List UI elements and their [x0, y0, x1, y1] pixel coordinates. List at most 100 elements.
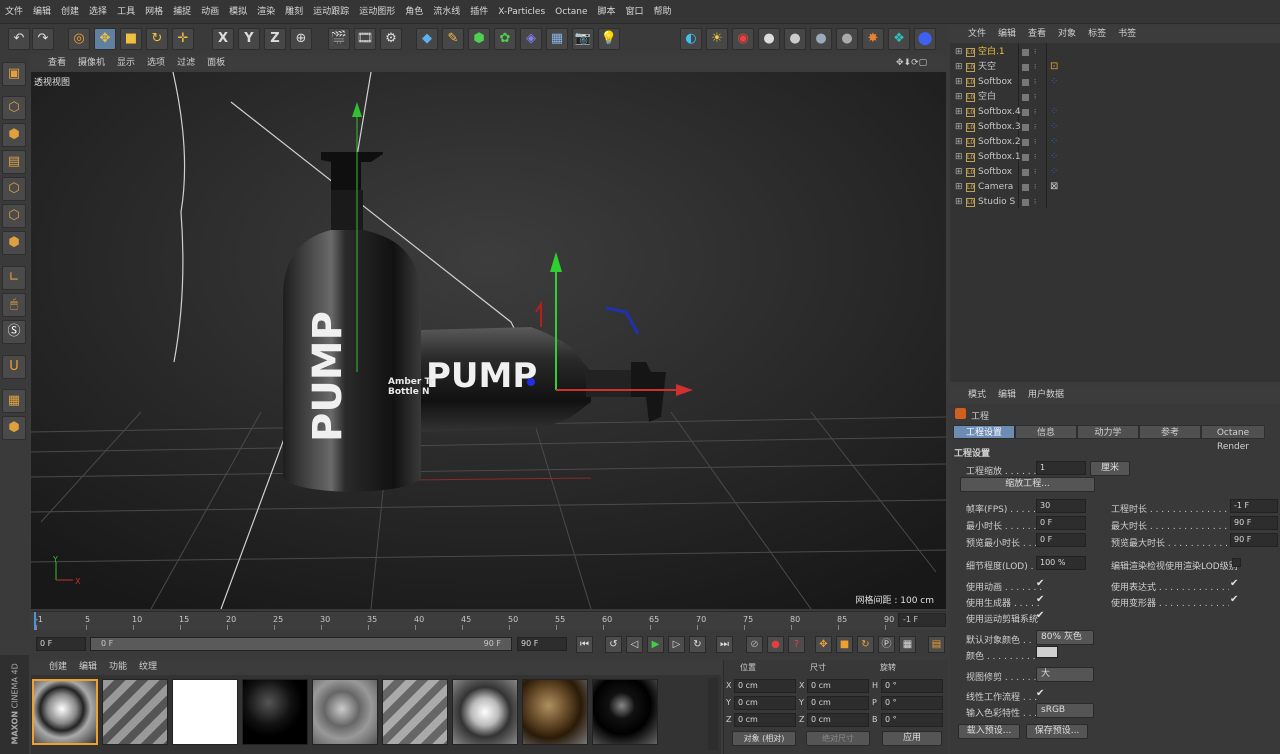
auto-key-button[interactable]: ●	[767, 636, 784, 653]
menu-item-10[interactable]: 雕刻	[280, 0, 308, 24]
expand-icon[interactable]: ⊞	[955, 60, 963, 75]
material-black[interactable]	[242, 679, 308, 745]
attr-menu-item-1[interactable]: 编辑	[998, 387, 1016, 403]
object-name[interactable]: Softbox.4	[978, 105, 1021, 120]
object-name[interactable]: Softbox.1	[978, 150, 1021, 165]
fps-field[interactable]: 30	[1036, 499, 1086, 513]
menu-item-13[interactable]: 角色	[400, 0, 428, 24]
octane-live-icon[interactable]: ◐	[680, 28, 702, 50]
workplane-icon[interactable]: ▤	[2, 150, 26, 174]
visibility-dots[interactable]: ⁝	[1034, 105, 1036, 120]
om-menu-item-1[interactable]: 编辑	[998, 26, 1016, 42]
viewport-menu-item-4[interactable]: 过滤	[177, 56, 195, 70]
menu-item-5[interactable]: 网格	[140, 0, 168, 24]
duration-field[interactable]: -1 F	[1230, 499, 1278, 513]
octane-object-icon[interactable]: ⬤	[914, 28, 936, 50]
pos-z-field[interactable]: 0 cm	[734, 713, 796, 727]
attr-menu-item-2[interactable]: 用户数据	[1028, 387, 1064, 403]
object-row[interactable]: ⊞ L0 Studio S ⁝	[952, 195, 1280, 210]
layer-tag[interactable]	[1022, 199, 1029, 206]
coordinate-tool-icon[interactable]: ✛	[172, 28, 194, 50]
octane-glossy-icon[interactable]: ●	[784, 28, 806, 50]
visibility-dots[interactable]: ⁝	[1034, 180, 1036, 195]
octane-material-icon[interactable]: ●	[758, 28, 780, 50]
menu-item-3[interactable]: 选择	[84, 0, 112, 24]
menu-item-15[interactable]: 插件	[465, 0, 493, 24]
world-coord-icon[interactable]: ⊕	[290, 28, 312, 50]
max-time-field[interactable]: 90 F	[1230, 516, 1278, 530]
octane-camera-icon[interactable]: ◉	[732, 28, 754, 50]
material-black-glossy[interactable]	[592, 679, 658, 745]
material-stripes-1[interactable]	[102, 679, 168, 745]
use-expressions-checkbox[interactable]: ✔	[1230, 578, 1238, 589]
lod-render-checkbox[interactable]	[1232, 558, 1241, 567]
object-tag-icon[interactable]: ⁘	[1050, 136, 1058, 147]
default-color-dropdown[interactable]: 80% 灰色	[1036, 630, 1094, 645]
coord-mode-dropdown[interactable]: 对象 (相对)	[732, 731, 796, 746]
menu-item-20[interactable]: 帮助	[649, 0, 677, 24]
om-menu-item-5[interactable]: 书签	[1118, 26, 1136, 42]
size-x-field[interactable]: 0 cm	[807, 679, 869, 693]
rot-h-field[interactable]: 0 °	[881, 679, 943, 693]
octane-sun-icon[interactable]: ☀	[706, 28, 728, 50]
object-name[interactable]: 空白	[978, 90, 996, 105]
expand-icon[interactable]: ⊞	[955, 165, 963, 180]
menu-item-17[interactable]: Octane	[550, 0, 592, 24]
object-tag-icon[interactable]: ⁘	[1050, 121, 1058, 132]
lock-grid-icon[interactable]: ▦	[2, 389, 26, 413]
goto-end-button[interactable]: ⏭	[716, 636, 733, 653]
subdivision-icon[interactable]: ⬢	[468, 28, 490, 50]
pos-y-field[interactable]: 0 cm	[734, 696, 796, 710]
attr-tab-1[interactable]: 信息	[1015, 425, 1077, 439]
object-row[interactable]: ⊞ L0 Softbox.4 ⁝	[952, 105, 1280, 120]
viewport-menu-item-2[interactable]: 显示	[117, 56, 135, 70]
unit-dropdown[interactable]: 厘米	[1090, 461, 1130, 476]
object-row[interactable]: ⊞ L0 空白 ⁝	[952, 90, 1280, 105]
model-mode-icon[interactable]: ▣	[2, 62, 26, 86]
motion-system-checkbox[interactable]: ✔	[1036, 610, 1044, 621]
axis-z-button[interactable]: Z	[264, 28, 286, 50]
play-button[interactable]: ▶	[647, 636, 664, 653]
menu-item-0[interactable]: 文件	[0, 0, 28, 24]
layer-tag[interactable]	[1022, 109, 1029, 116]
expand-icon[interactable]: ⊞	[955, 105, 963, 120]
object-name[interactable]: Softbox	[978, 75, 1012, 90]
menu-item-2[interactable]: 创建	[56, 0, 84, 24]
material-menu-item-3[interactable]: 纹理	[139, 660, 157, 674]
attr-tab-0[interactable]: 工程设置	[953, 425, 1015, 439]
menu-item-4[interactable]: 工具	[112, 0, 140, 24]
attr-tab-4[interactable]: Octane Render	[1201, 425, 1265, 452]
rotate-tool-icon[interactable]: ↻	[146, 28, 168, 50]
viewport-menu-item-3[interactable]: 选项	[147, 56, 165, 70]
use-generators-checkbox[interactable]: ✔	[1036, 594, 1044, 605]
points-mode-icon[interactable]: ⬡	[2, 177, 26, 201]
linear-workflow-checkbox[interactable]: ✔	[1036, 688, 1044, 699]
current-frame-field[interactable]: 0 F	[36, 637, 86, 651]
object-row[interactable]: ⊞ L0 Softbox ⁝	[952, 75, 1280, 90]
apply-button[interactable]: 应用	[882, 731, 942, 746]
perspective-viewport[interactable]: PUMP PUMP Amber Tr Bottle N Y X 透视视图 网格间距…	[31, 72, 946, 609]
render-picture-icon[interactable]: 🎞	[354, 28, 376, 50]
floor-icon[interactable]: ▦	[546, 28, 568, 50]
visibility-dots[interactable]: ⁝	[1034, 60, 1036, 75]
layer-tag[interactable]	[1022, 94, 1029, 101]
om-menu-item-2[interactable]: 查看	[1028, 26, 1046, 42]
viewport-menu-item-0[interactable]: 查看	[48, 56, 66, 70]
timeline-window-button[interactable]: ▤	[928, 636, 945, 653]
material-amber[interactable]	[522, 679, 588, 745]
om-menu-item-0[interactable]: 文件	[968, 26, 986, 42]
rot-p-field[interactable]: 0 °	[881, 696, 943, 710]
material-menu-item-1[interactable]: 编辑	[79, 660, 97, 674]
key-position-button[interactable]: ✥	[815, 636, 832, 653]
record-key-button[interactable]: ⊘	[746, 636, 763, 653]
preview-min-field[interactable]: 0 F	[1036, 533, 1086, 547]
visibility-dots[interactable]: ⁝	[1034, 165, 1036, 180]
object-row[interactable]: ⊞ L0 Softbox.2 ⁝	[952, 135, 1280, 150]
menu-item-7[interactable]: 动画	[196, 0, 224, 24]
object-name[interactable]: Softbox.2	[978, 135, 1021, 150]
key-scale-button[interactable]: ■	[836, 636, 853, 653]
timeline-ruler[interactable]: -1 5 10 15 20 25 30 35 40 45 50 55 60 65 70 75 80 85 90	[31, 611, 946, 630]
material-menu-item-2[interactable]: 功能	[109, 660, 127, 674]
texture-mode-icon[interactable]: ⬢	[2, 123, 26, 147]
object-tag-icon[interactable]: ⁘	[1050, 76, 1058, 87]
